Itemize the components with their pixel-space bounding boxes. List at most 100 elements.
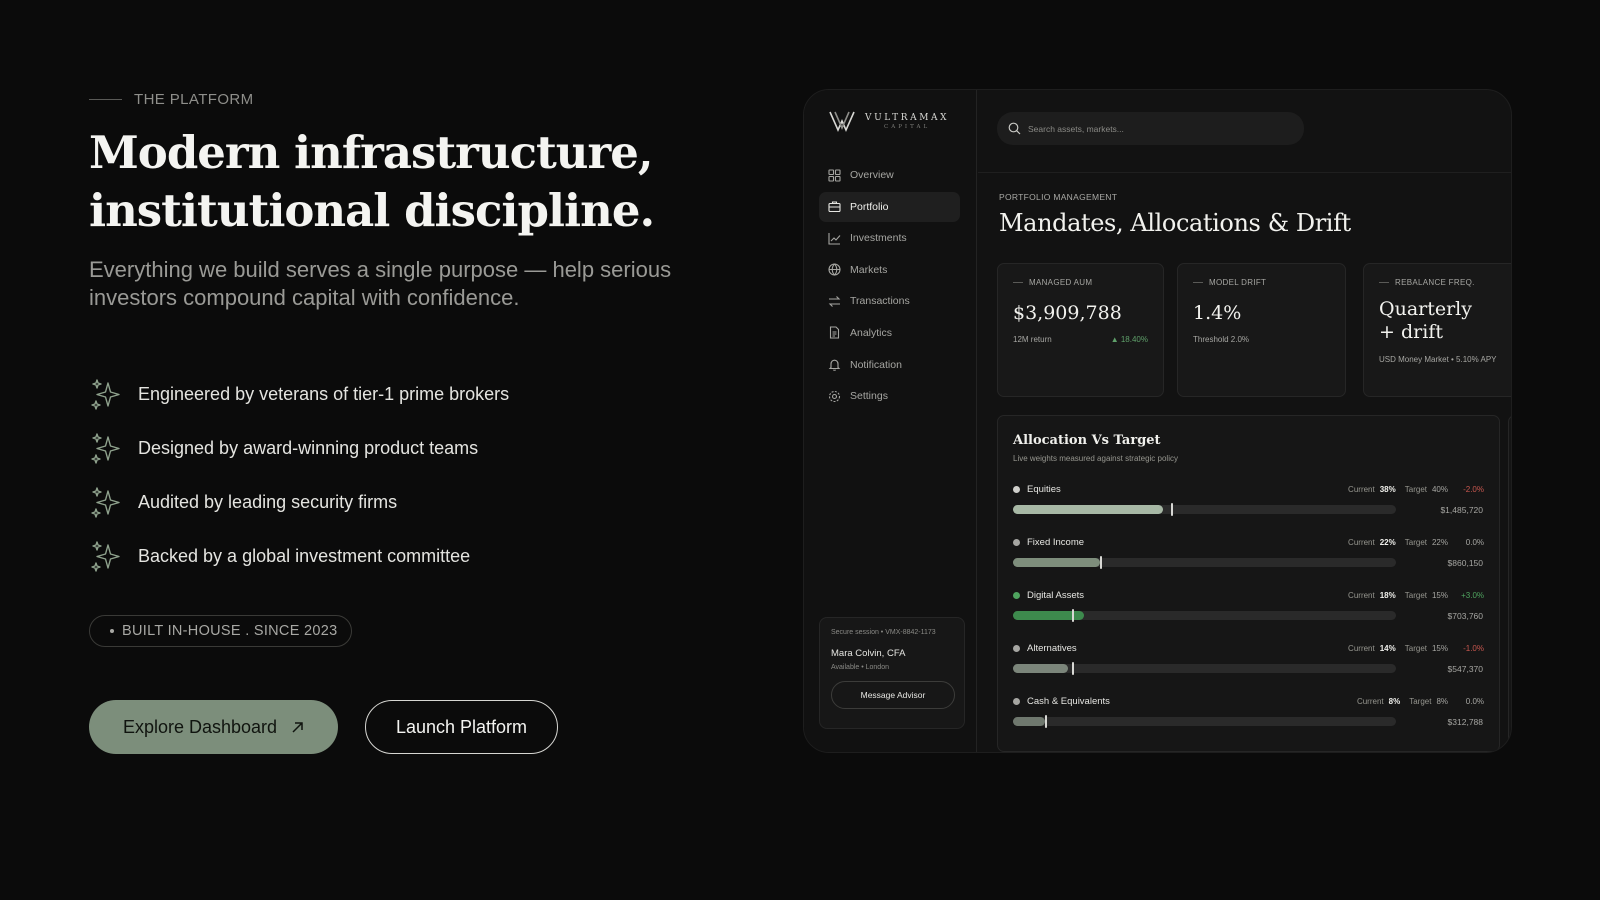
allocation-bar-track xyxy=(1013,556,1396,569)
kpi-managed-aum[interactable]: MANAGED AUM $3,909,788 12M return ▲ 18.4… xyxy=(997,263,1164,397)
allocation-title: Allocation Vs Target xyxy=(1013,433,1161,448)
eyebrow-divider xyxy=(89,99,122,100)
sidebar-item-label: Markets xyxy=(850,263,888,276)
swap-icon xyxy=(828,295,841,307)
allocation-subtitle: Live weights measured against strategic … xyxy=(1013,454,1178,463)
target-weight: 22% xyxy=(1431,537,1448,547)
session-id: Secure session • VMX-8842-1173 xyxy=(831,629,936,636)
allocation-row-header: Alternatives Current 14% Target 15% -1.0… xyxy=(1013,642,1484,654)
vultramax-logo-icon xyxy=(829,111,855,132)
kpi-footer: 12M return ▲ 18.40% xyxy=(1013,335,1148,344)
allocation-bar-track xyxy=(1013,609,1396,622)
sparkle-icon xyxy=(91,379,120,410)
asset-amount: $703,760 xyxy=(1447,611,1483,621)
target-weight: 40% xyxy=(1431,484,1448,494)
search-icon xyxy=(1008,122,1021,135)
allocation-meta: Current 18% Target 15% +3.0% xyxy=(1348,591,1484,600)
current-weight: 8% xyxy=(1388,696,1401,706)
sidebar-item-transactions[interactable]: Transactions xyxy=(819,286,960,316)
allocation-row[interactable]: Equities Current 38% Target 40% -2.0% $1… xyxy=(1013,483,1484,536)
current-weight: 18% xyxy=(1379,590,1396,600)
return-badge: ▲ 18.40% xyxy=(1110,335,1148,344)
sidebar-item-overview[interactable]: Overview xyxy=(819,160,960,190)
current-weight: 14% xyxy=(1379,643,1396,653)
badge-dot xyxy=(110,629,114,633)
target-weight: 15% xyxy=(1431,643,1448,653)
subheadline: Everything we build serves a single purp… xyxy=(89,257,672,310)
allocation-row-header: Fixed Income Current 22% Target 22% 0.0% xyxy=(1013,536,1484,548)
drift-delta: -1.0% xyxy=(1463,643,1484,653)
sidebar-item-label: Analytics xyxy=(850,326,893,339)
allocation-bar-track xyxy=(1013,503,1396,516)
arrow-up-right-icon xyxy=(292,721,303,733)
sidebar-item-label: Transactions xyxy=(850,295,910,308)
sidebar-item-investments[interactable]: Investments xyxy=(819,223,960,253)
kpi-rebalance-freq[interactable]: REBALANCE FREQ. Quarterly + drift USD Mo… xyxy=(1363,263,1511,397)
feature-item: Designed by award-winning product teams xyxy=(89,421,509,475)
sidebar: VULTRAMAX CAPITAL Overview Portfolio Inv… xyxy=(804,90,977,752)
feature-text: Backed by a global investment committee xyxy=(138,545,471,566)
kpi-value: 1.4% xyxy=(1193,302,1242,324)
target-label: Target xyxy=(1404,484,1427,494)
sidebar-item-portfolio[interactable]: Portfolio xyxy=(819,191,960,222)
kpi-value: Quarterly + drift xyxy=(1379,298,1472,343)
allocation-rows: Equities Current 38% Target 40% -2.0% $1… xyxy=(1013,483,1484,748)
current-weight: 22% xyxy=(1379,537,1396,547)
kpi-label: REBALANCE FREQ. xyxy=(1379,278,1508,287)
sparkle-icon xyxy=(91,487,120,518)
allocation-row[interactable]: Cash & Equivalents Current 8% Target 8% … xyxy=(1013,695,1484,748)
asset-dot xyxy=(1013,697,1020,705)
sidebar-item-settings[interactable]: Settings xyxy=(819,381,960,411)
header-divider xyxy=(978,172,1511,173)
sidebar-nav: Overview Portfolio Investments Markets T… xyxy=(819,160,960,413)
eyebrow: THE PLATFORM xyxy=(89,91,254,108)
headline-line-1: Modern infrastructure, xyxy=(89,126,654,179)
bell-icon xyxy=(828,359,841,371)
allocation-bar-track xyxy=(1013,662,1396,675)
feature-item: Engineered by veterans of tier-1 prime b… xyxy=(89,367,509,421)
sidebar-item-label: Overview xyxy=(850,169,894,181)
allocation-row-header: Digital Assets Current 18% Target 15% +3… xyxy=(1013,589,1484,601)
drift-delta: -2.0% xyxy=(1463,484,1484,494)
allocation-row[interactable]: Alternatives Current 14% Target 15% -1.0… xyxy=(1013,642,1484,695)
target-marker xyxy=(1072,609,1075,622)
allocation-row-header: Cash & Equivalents Current 8% Target 8% … xyxy=(1013,695,1484,707)
section-eyebrow: PORTFOLIO MANAGEMENT xyxy=(999,192,1118,202)
sidebar-item-analytics[interactable]: Analytics xyxy=(819,318,960,348)
target-marker xyxy=(1099,556,1102,569)
message-advisor-button[interactable]: Message Advisor xyxy=(831,681,955,709)
target-label: Target xyxy=(1409,696,1432,706)
document-icon xyxy=(829,326,840,340)
allocation-meta: Current 14% Target 15% -1.0% xyxy=(1348,644,1484,653)
allocation-meta: Current 38% Target 40% -2.0% xyxy=(1348,485,1484,494)
sidebar-item-label: Notification xyxy=(850,358,902,371)
eyebrow-text: THE PLATFORM xyxy=(134,91,254,108)
asset-dot xyxy=(1013,644,1020,652)
feature-item: Backed by a global investment committee xyxy=(89,529,509,583)
globe-icon xyxy=(828,263,841,277)
kpi-value: $3,909,788 xyxy=(1013,302,1122,324)
sidebar-item-notification[interactable]: Notification xyxy=(819,350,960,380)
drift-delta: 0.0% xyxy=(1465,696,1484,706)
target-weight: 8% xyxy=(1436,696,1448,706)
brand-logo[interactable]: VULTRAMAX CAPITAL xyxy=(829,110,949,132)
allocation-row[interactable]: Digital Assets Current 18% Target 15% +3… xyxy=(1013,589,1484,642)
feature-text: Engineered by veterans of tier-1 prime b… xyxy=(138,383,510,404)
allocation-row[interactable]: Fixed Income Current 22% Target 22% 0.0%… xyxy=(1013,536,1484,589)
target-label: Target xyxy=(1404,643,1427,653)
kpi-label: MODEL DRIFT xyxy=(1193,278,1330,287)
target-marker xyxy=(1044,715,1047,728)
sidebar-item-markets[interactable]: Markets xyxy=(819,255,960,285)
feature-text: Designed by award-winning product teams xyxy=(138,437,479,458)
allocation-meta: Current 22% Target 22% 0.0% xyxy=(1348,538,1484,547)
sparkle-icon xyxy=(91,541,120,572)
feature-list: Engineered by veterans of tier-1 prime b… xyxy=(89,367,509,583)
launch-platform-button[interactable]: Launch Platform xyxy=(365,700,558,754)
search-input[interactable] xyxy=(1028,123,1278,134)
allocation-card: Allocation Vs Target Live weights measur… xyxy=(997,415,1500,752)
asset-amount: $860,150 xyxy=(1447,558,1483,568)
search-bar[interactable] xyxy=(997,112,1304,145)
explore-dashboard-button[interactable]: Explore Dashboard xyxy=(89,700,338,754)
kpi-model-drift[interactable]: MODEL DRIFT 1.4% Threshold 2.0% xyxy=(1177,263,1346,397)
main-content: PORTFOLIO MANAGEMENT Mandates, Allocatio… xyxy=(978,90,1511,752)
